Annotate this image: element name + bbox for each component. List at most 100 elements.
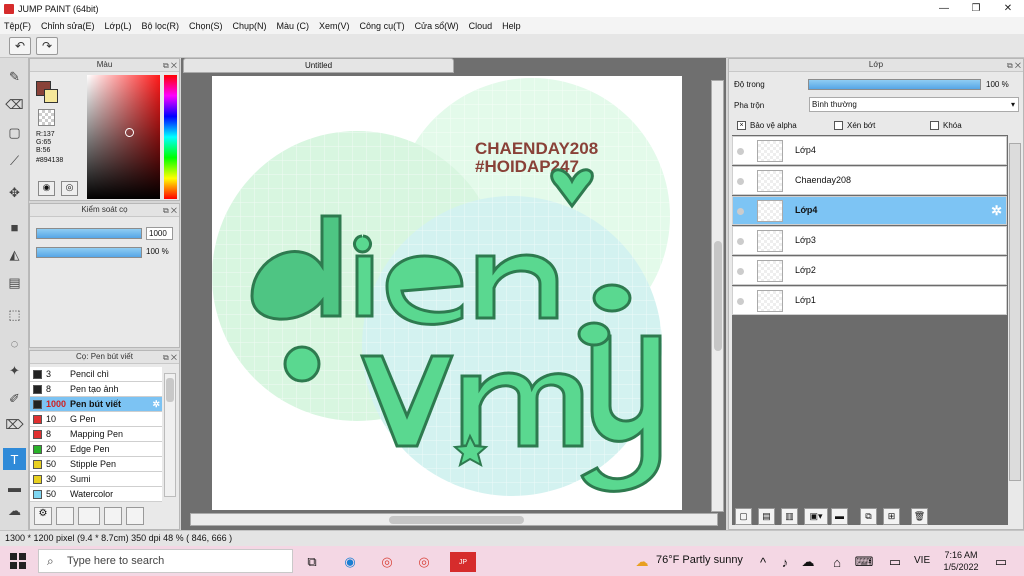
layer-item[interactable]: Lớp4 xyxy=(732,136,1007,165)
undo-button[interactable]: ↶ xyxy=(9,37,31,55)
divider-tool-icon[interactable]: ▬ xyxy=(3,476,26,498)
lasso-tool-icon[interactable]: ◌ xyxy=(3,332,26,354)
brush-settings-icon[interactable]: ⚙ xyxy=(34,507,52,525)
palette-edit-icon[interactable]: ◎ xyxy=(61,181,78,196)
layer-scrollbar[interactable] xyxy=(1009,143,1021,481)
brush-item[interactable]: 3 Pencil chì xyxy=(30,367,162,382)
menu-help[interactable]: Help xyxy=(502,21,521,31)
lock-checkbox[interactable] xyxy=(930,121,939,130)
select-pen-tool-icon[interactable]: ✐ xyxy=(3,388,26,410)
vertical-scrollbar[interactable] xyxy=(711,80,724,512)
layer-item[interactable]: Chaenday208 xyxy=(732,166,1007,195)
brush-item[interactable]: 10 G Pen xyxy=(30,412,162,427)
notification-icon[interactable]: ▭ xyxy=(990,552,1012,572)
visibility-toggle[interactable] xyxy=(737,238,744,245)
brush-item[interactable]: 8 Pen tạo ảnh xyxy=(30,382,162,397)
brush-item[interactable]: 30 Sumi xyxy=(30,472,162,487)
panel-buttons-icon[interactable]: ⧉ ✕ xyxy=(163,352,177,364)
close-button[interactable]: ✕ xyxy=(992,0,1024,17)
windows-start-icon[interactable] xyxy=(10,553,26,569)
saturation-value-picker[interactable] xyxy=(87,75,160,199)
brush-gear-icon[interactable]: ✲ xyxy=(152,397,160,411)
visibility-toggle[interactable] xyxy=(737,298,744,305)
brush-list-scrollbar[interactable] xyxy=(164,373,176,497)
chevron-up-icon[interactable]: ^ xyxy=(752,552,774,572)
protect-alpha-checkbox[interactable]: × xyxy=(737,121,746,130)
layer-item[interactable]: Lớp2 xyxy=(732,256,1007,285)
move-tool-icon[interactable]: ✥ xyxy=(3,182,26,204)
brush-menu-icon[interactable] xyxy=(78,507,100,525)
display-icon[interactable]: ▭ xyxy=(884,552,906,572)
brush-opacity-slider[interactable] xyxy=(36,247,142,258)
brush-item[interactable]: 50 Watercolor xyxy=(30,487,162,502)
layer-item[interactable]: Lớp1 xyxy=(732,286,1007,315)
clock[interactable]: 7:16 AM 1/5/2022 xyxy=(941,549,981,573)
network-icon[interactable]: ☁ xyxy=(797,552,819,572)
redo-button[interactable]: ↷ xyxy=(36,37,58,55)
horizontal-scrollbar[interactable] xyxy=(190,513,718,526)
panel-buttons-icon[interactable]: ⧉ ✕ xyxy=(163,205,177,217)
brush-tool-icon[interactable]: ✎ xyxy=(3,66,26,88)
menu-file[interactable]: Tệp(F) xyxy=(4,21,31,31)
visibility-toggle[interactable] xyxy=(737,208,744,215)
menu-view[interactable]: Xem(V) xyxy=(319,21,350,31)
onedrive-icon[interactable]: ⌂ xyxy=(826,552,848,572)
brush-folder-icon[interactable] xyxy=(126,507,144,525)
panel-buttons-icon[interactable]: ⧉ ✕ xyxy=(163,60,177,72)
keyboard-icon[interactable]: ⌨ xyxy=(853,552,875,572)
select-rect-tool-icon[interactable]: ⬚ xyxy=(3,304,26,326)
layer-duplicate-icon[interactable]: ⧉ xyxy=(860,508,877,525)
text-tool-icon[interactable]: T xyxy=(3,448,26,470)
language-indicator[interactable]: VIE xyxy=(914,555,930,566)
cloud-tool-icon[interactable]: ☁ xyxy=(3,500,26,522)
brush-item-selected[interactable]: 1000 Pen bút viết ✲ xyxy=(30,397,162,412)
edge-browser-icon[interactable]: ◉ xyxy=(339,552,361,572)
layer-item[interactable]: Lớp3 xyxy=(732,226,1007,255)
layer-add-menu-icon[interactable]: ▣▾ xyxy=(804,508,828,525)
panel-buttons-icon[interactable]: ⧉ ✕ xyxy=(1007,60,1021,72)
select-eraser-tool-icon[interactable]: ⌦ xyxy=(3,414,26,436)
canvas[interactable]: CHAENDAY208 #HOIDAP247 xyxy=(212,76,682,510)
new-layer-icon[interactable]: ▢ xyxy=(735,508,752,525)
menu-cloud[interactable]: Cloud xyxy=(469,21,493,31)
eraser-tool-icon[interactable]: ⌫ xyxy=(3,94,26,116)
layer-item-selected[interactable]: Lớp4 ✲ xyxy=(732,196,1007,225)
layer-gear-icon[interactable]: ✲ xyxy=(991,203,1002,219)
jump-paint-taskbar-icon[interactable]: JP xyxy=(450,552,476,572)
visibility-toggle[interactable] xyxy=(737,268,744,275)
brush-size-value[interactable]: 1000 xyxy=(146,227,173,240)
taskbar-search[interactable]: ⌕ Type here to search xyxy=(38,549,293,573)
hue-slider[interactable] xyxy=(164,75,177,199)
palette-icon[interactable]: ◉ xyxy=(38,181,55,196)
layer-merge-icon[interactable]: ⊞ xyxy=(883,508,900,525)
blend-mode-select[interactable]: Bình thường ▾ xyxy=(809,97,1019,112)
task-view-icon[interactable]: ⧉ xyxy=(301,552,323,572)
clip-checkbox[interactable] xyxy=(834,121,843,130)
maximize-button[interactable]: ❐ xyxy=(960,0,992,17)
rect-tool-icon[interactable]: ▢ xyxy=(3,122,26,144)
layer-folder-icon[interactable]: ▬ xyxy=(831,508,848,525)
visibility-toggle[interactable] xyxy=(737,178,744,185)
volume-icon[interactable]: ♪ xyxy=(774,552,796,572)
bucket-tool-icon[interactable]: ◭ xyxy=(3,244,26,266)
visibility-toggle[interactable] xyxy=(737,148,744,155)
brush-item[interactable]: 20 Edge Pen xyxy=(30,442,162,457)
new-brush-icon[interactable] xyxy=(56,507,74,525)
menu-tools[interactable]: Công cụ(T) xyxy=(360,21,405,31)
fill-rect-tool-icon[interactable]: ■ xyxy=(3,216,26,238)
brush-size-slider[interactable] xyxy=(36,228,142,239)
transparent-color-swatch[interactable] xyxy=(38,109,55,126)
menu-select[interactable]: Chọn(S) xyxy=(189,21,223,31)
menu-edit[interactable]: Chỉnh sửa(E) xyxy=(41,21,95,31)
brush-item[interactable]: 50 Stipple Pen xyxy=(30,457,162,472)
layer-paste-icon[interactable]: ▥ xyxy=(781,508,798,525)
gradient-tool-icon[interactable]: ▤ xyxy=(3,272,26,294)
chrome-icon[interactable]: ◎ xyxy=(376,552,398,572)
menu-color[interactable]: Màu (C) xyxy=(277,21,310,31)
document-tab[interactable]: Untitled xyxy=(183,58,454,73)
brush-copy-icon[interactable] xyxy=(104,507,122,525)
menu-layer[interactable]: Lớp(L) xyxy=(105,21,132,31)
magic-wand-tool-icon[interactable]: ✦ xyxy=(3,360,26,382)
menu-filter[interactable]: Bộ lọc(R) xyxy=(141,21,179,31)
menu-capture[interactable]: Chụp(N) xyxy=(233,21,267,31)
